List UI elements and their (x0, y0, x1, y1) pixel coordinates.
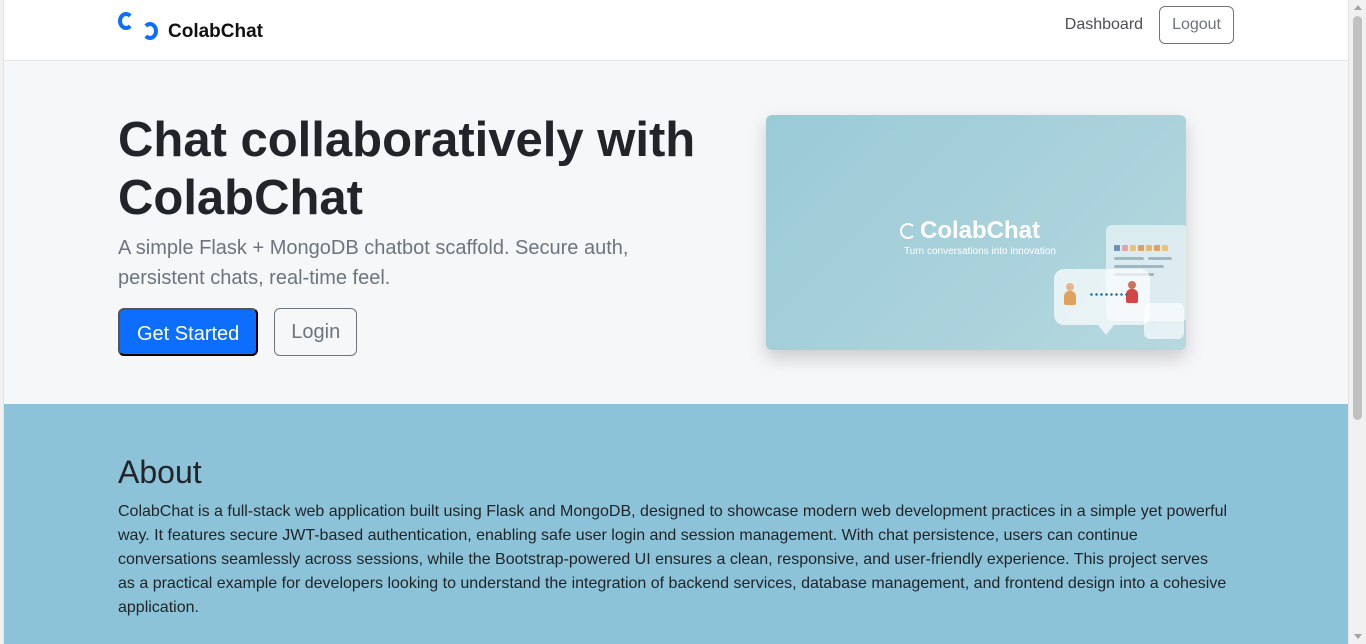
person-icon (1126, 281, 1138, 303)
login-button[interactable]: Login (274, 308, 358, 356)
brain-icon (898, 221, 916, 241)
hero-image-logo-text: ColabChat (920, 217, 1040, 244)
hero-subtitle: A simple Flask + MongoDB chatbot scaffol… (118, 237, 629, 289)
about-section: About ColabChat is a full-stack web appl… (4, 404, 1348, 644)
about-title: About (118, 454, 202, 490)
person-icon (1064, 283, 1076, 305)
scroll-down-arrow-icon[interactable] (1354, 634, 1362, 639)
nav-link-dashboard[interactable]: Dashboard (1065, 16, 1143, 34)
typing-dots-illustration (1089, 293, 1129, 296)
get-started-button[interactable]: Get Started (118, 308, 259, 356)
hero-image-logo: ColabChat (898, 217, 1040, 245)
colabchat-logo-icon (118, 12, 162, 46)
brand-name: ColabChat (168, 21, 263, 42)
navbar-brand[interactable]: ColabChat (118, 12, 263, 46)
hero-section: Chat collaboratively with ColabChat A si… (4, 61, 1348, 404)
chat-bubble-illustration (1054, 269, 1150, 335)
vertical-scrollbar[interactable] (1348, 0, 1366, 644)
scrollbar-thumb[interactable] (1353, 16, 1362, 420)
about-text: ColabChat is a full-stack web applicatio… (118, 503, 1228, 616)
hero-buttons: Get Started Login (118, 308, 358, 356)
logout-button[interactable]: Logout (1159, 6, 1234, 44)
scroll-up-arrow-icon[interactable] (1354, 5, 1362, 10)
hero-title: Chat collaboratively with ColabChat (118, 113, 696, 225)
small-bubble-illustration (1144, 303, 1184, 339)
hero-image: ColabChat Turn conversations into innova… (766, 115, 1186, 350)
navbar-actions: Dashboard Logout (1065, 6, 1234, 44)
navbar: ColabChat Dashboard Logout (4, 0, 1348, 61)
hero-image-tagline: Turn conversations into innovation (904, 246, 1056, 257)
